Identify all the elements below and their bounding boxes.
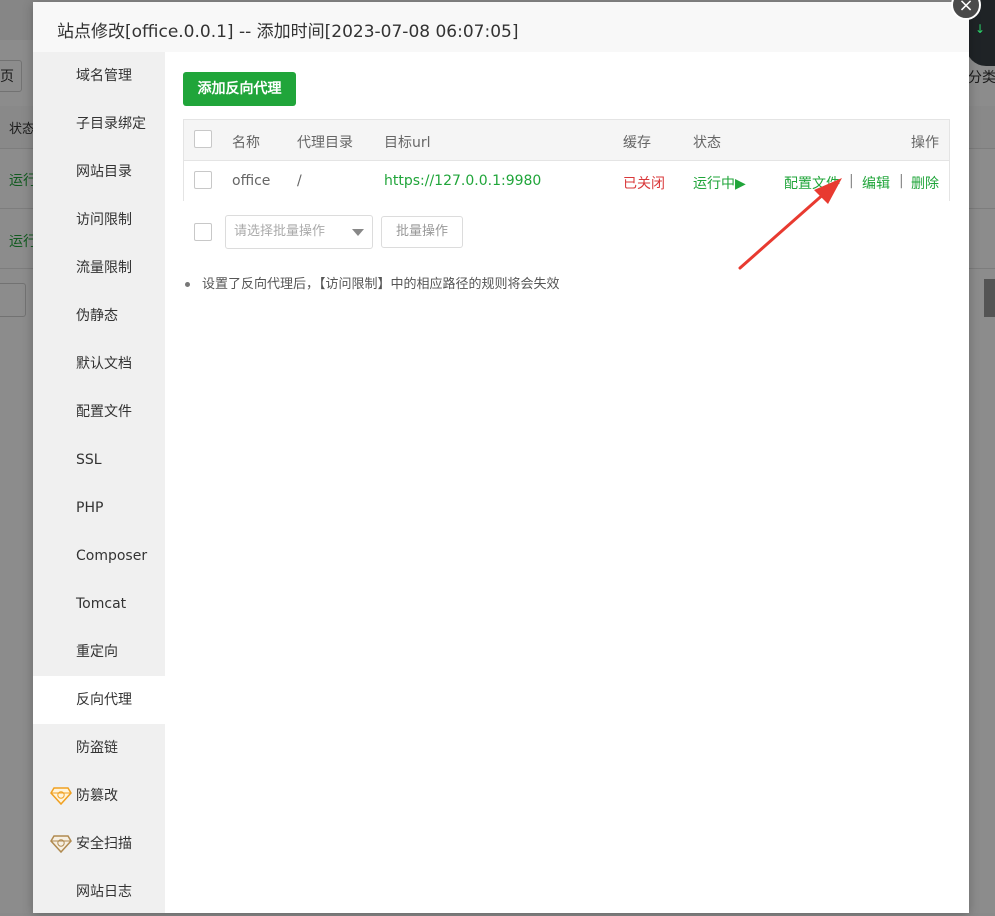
- op-separator: |: [849, 173, 854, 189]
- sidebar-item-label: 防篡改: [76, 788, 118, 804]
- batch-operation-select[interactable]: 请选择批量操作: [225, 215, 373, 249]
- site-edit-modal: 站点修改[office.0.0.1] -- 添加时间[2023-07-08 06…: [33, 0, 981, 913]
- sidebar-item-label: SSL: [76, 452, 102, 468]
- sidebar-item-redirect[interactable]: 重定向: [33, 628, 165, 676]
- sidebar-item-reverse-proxy[interactable]: 反向代理: [33, 676, 165, 724]
- column-header-operations: 操作: [911, 135, 939, 151]
- sidebar-item-label: 访问限制: [76, 212, 132, 228]
- table-header: 名称 代理目录 目标url 缓存 状态 操作: [184, 120, 949, 161]
- proxy-table: 名称 代理目录 目标url 缓存 状态 操作 office / https://…: [183, 119, 950, 201]
- sidebar-item-default-document[interactable]: 默认文档: [33, 340, 165, 388]
- column-header-name: 名称: [232, 135, 260, 151]
- modal-header: 站点修改[office.0.0.1] -- 添加时间[2023-07-08 06…: [33, 2, 969, 53]
- batch-select-placeholder: 请选择批量操作: [234, 224, 326, 239]
- row-checkbox[interactable]: [194, 171, 212, 189]
- sidebar-item-label: 安全扫描: [76, 836, 132, 852]
- sidebar-item-label: 反向代理: [76, 692, 132, 708]
- sidebar-item-label: Tomcat: [76, 596, 127, 612]
- sidebar-item-ssl[interactable]: SSL: [33, 436, 165, 484]
- sidebar-item-label: 域名管理: [76, 68, 132, 84]
- sidebar-item-hotlink-protection[interactable]: 防盗链: [33, 724, 165, 772]
- sidebar-item-label: 流量限制: [76, 260, 132, 276]
- sidebar-item-subdirectory-binding[interactable]: 子目录绑定: [33, 100, 165, 148]
- column-header-target-url: 目标url: [384, 135, 431, 151]
- sidebar-item-site-logs[interactable]: 网站日志: [33, 868, 165, 916]
- op-separator: |: [899, 173, 904, 189]
- proxy-dir: /: [297, 173, 302, 189]
- reverse-proxy-panel: 添加反向代理 名称 代理目录 目标url 缓存 状态 操作 office / h…: [165, 52, 969, 913]
- reverse-proxy-note: 设置了反向代理后，【访问限制】中的相应路径的规则将会失效: [183, 273, 560, 292]
- target-url-link[interactable]: https://127.0.0.1:9980: [384, 173, 541, 189]
- sidebar-item-label: Composer: [76, 548, 148, 564]
- run-status-toggle[interactable]: 运行中▶: [693, 173, 746, 193]
- sidebar-item-tamper-proof[interactable]: 防篡改: [33, 772, 165, 820]
- sidebar-item-php[interactable]: PHP: [33, 484, 165, 532]
- sidebar-item-label: PHP: [76, 500, 104, 516]
- sidebar-item-site-directory[interactable]: 网站目录: [33, 148, 165, 196]
- sidebar-item-config-file[interactable]: 配置文件: [33, 388, 165, 436]
- sidebar-item-traffic-limit[interactable]: 流量限制: [33, 244, 165, 292]
- diamond-badge-icon: [50, 787, 72, 806]
- chevron-down-icon: [352, 229, 364, 236]
- sidebar-item-label: 防盗链: [76, 740, 118, 756]
- sidebar-item-access-restriction[interactable]: 访问限制: [33, 196, 165, 244]
- proxy-name: office: [232, 173, 271, 189]
- column-header-proxy-dir: 代理目录: [297, 135, 353, 151]
- delete-link[interactable]: 删除: [911, 173, 939, 193]
- batch-operations-row: 请选择批量操作 批量操作: [183, 215, 950, 251]
- sidebar-item-label: 伪静态: [76, 308, 118, 324]
- table-row: office / https://127.0.0.1:9980 已关闭 运行中▶…: [184, 161, 949, 201]
- sidebar-item-rewrite[interactable]: 伪静态: [33, 292, 165, 340]
- diamond-badge-icon: [50, 835, 72, 854]
- sidebar-item-security-scan[interactable]: 安全扫描: [33, 820, 165, 868]
- settings-sidebar: 域名管理 子目录绑定 网站目录 访问限制 流量限制 伪静态 默认文档 配置文件 …: [33, 52, 165, 913]
- sidebar-item-label: 配置文件: [76, 404, 132, 420]
- add-reverse-proxy-button[interactable]: 添加反向代理: [183, 72, 296, 106]
- sidebar-item-label: 子目录绑定: [76, 116, 146, 132]
- modal-title: 站点修改[office.0.0.1] -- 添加时间[2023-07-08 06…: [57, 22, 519, 42]
- edit-link[interactable]: 编辑: [862, 173, 890, 193]
- sidebar-item-label: 默认文档: [76, 356, 132, 372]
- batch-operation-button[interactable]: 批量操作: [381, 216, 463, 248]
- sidebar-item-domain-management[interactable]: 域名管理: [33, 52, 165, 100]
- column-header-status: 状态: [693, 135, 721, 151]
- sidebar-item-composer[interactable]: Composer: [33, 532, 165, 580]
- sidebar-item-label: 网站目录: [76, 164, 132, 180]
- bullet-icon: [185, 282, 190, 287]
- sidebar-item-label: 网站日志: [76, 884, 132, 900]
- sidebar-item-tomcat[interactable]: Tomcat: [33, 580, 165, 628]
- select-all-checkbox[interactable]: [194, 130, 212, 148]
- sidebar-item-label: 重定向: [76, 644, 118, 660]
- config-file-link[interactable]: 配置文件: [784, 173, 840, 193]
- cache-status-toggle[interactable]: 已关闭: [623, 173, 665, 193]
- column-header-cache: 缓存: [623, 135, 651, 151]
- download-arrow-icon: ↓: [975, 22, 986, 36]
- note-text: 设置了反向代理后，【访问限制】中的相应路径的规则将会失效: [202, 277, 560, 292]
- batch-select-checkbox[interactable]: [194, 223, 212, 241]
